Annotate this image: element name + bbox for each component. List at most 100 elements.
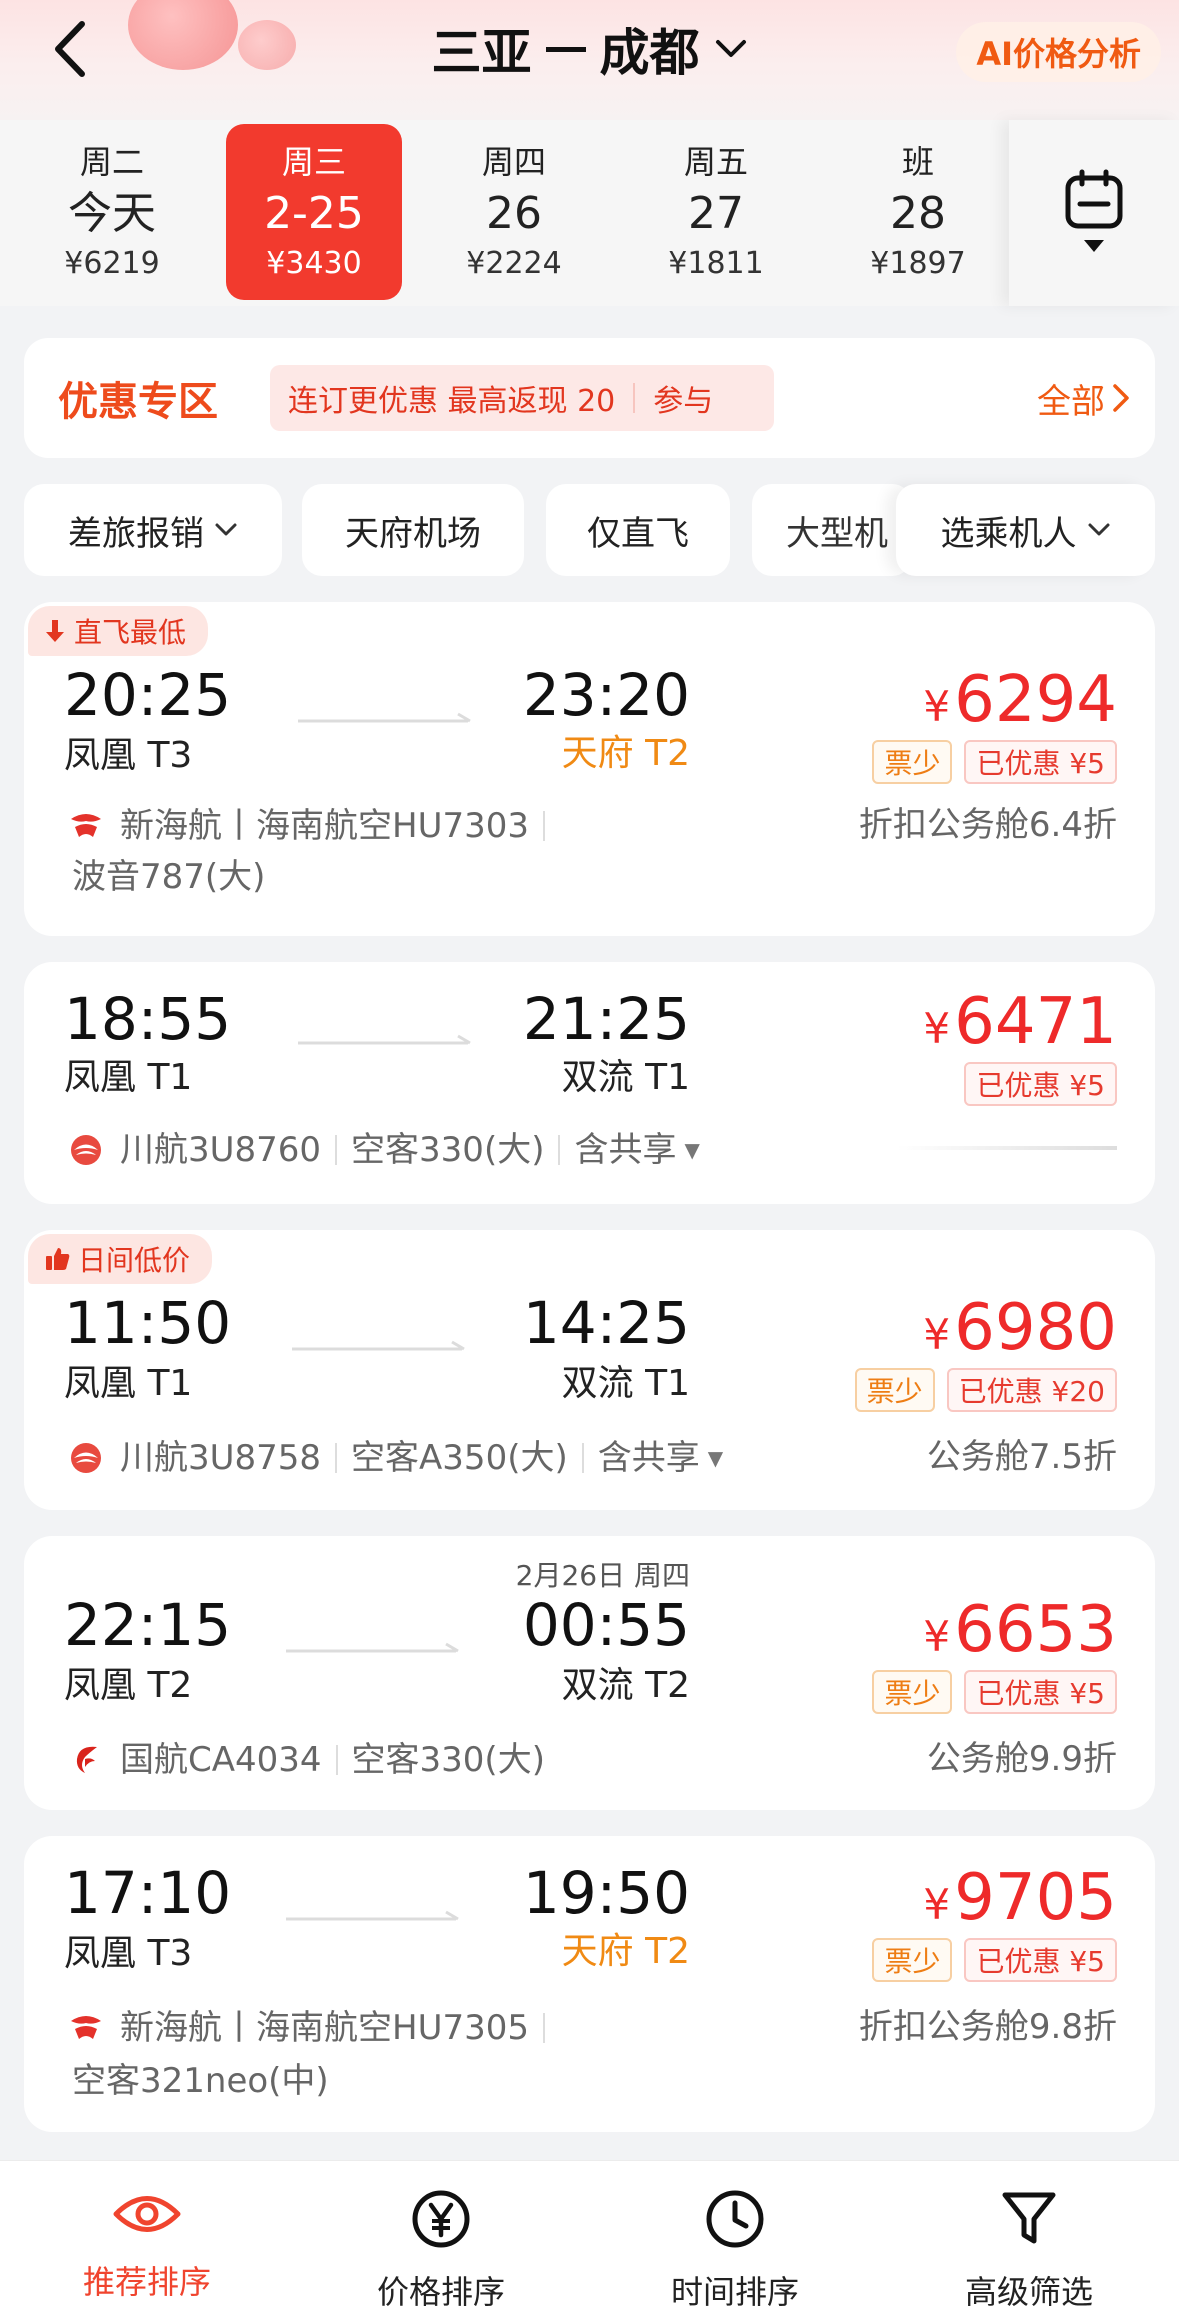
info-divider	[335, 1745, 338, 1775]
flight-arrow-icon	[292, 1340, 465, 1351]
date-item[interactable]: 周五 27 ¥1811	[628, 124, 804, 300]
promo-all-label: 全部	[1037, 381, 1105, 422]
filter-chip-label: 差旅报销	[68, 513, 204, 554]
date-item-selected[interactable]: 周三 2-25 ¥3430	[226, 124, 402, 300]
air-china-logo-icon	[68, 1742, 104, 1778]
nav-price-sort[interactable]: 价格排序	[294, 2161, 588, 2321]
cabin-class: 公务舱9.9折	[926, 1739, 1117, 1779]
arrival-airport: 天府 T2	[561, 1931, 690, 1972]
flight-arrow-icon	[286, 1910, 459, 1921]
arrival-time: 23:20	[522, 661, 690, 729]
flight-card[interactable]: 17:10 凤凰 T3 19:50 天府 T2 ¥ 9705 票少 已优惠 ¥5…	[24, 1836, 1155, 2132]
date-day: 今天	[68, 188, 156, 239]
promo-tag-text: 连订更优惠 最高返现 20	[288, 384, 616, 419]
arrow-down-icon	[46, 620, 64, 642]
arrival-airport: 双流 T1	[561, 1057, 690, 1098]
departure-airport: 凤凰 T3	[64, 735, 193, 776]
filter-chip-travel-expense[interactable]: 差旅报销	[24, 484, 282, 576]
discount-tag: 已优惠 ¥5	[964, 740, 1117, 784]
arrival-airport: 天府 T2	[561, 733, 690, 774]
caret-down-icon[interactable]: ▼	[708, 1448, 723, 1468]
aircraft-type: 空客330(大)	[351, 1740, 545, 1780]
flight-card[interactable]: 日间低价 11:50 凤凰 T1 14:25 双流 T1 ¥ 6980 票少 已…	[24, 1230, 1155, 1510]
date-weekday: 周三	[281, 143, 346, 181]
caret-down-icon[interactable]: ▼	[684, 1140, 699, 1160]
promo-tag[interactable]: 连订更优惠 最高返现 20 参与	[270, 365, 774, 431]
flight-price: ¥ 6294	[923, 668, 1117, 732]
filter-chip-select-passenger[interactable]: 选乘机人	[896, 484, 1155, 576]
airline-name: 新海航丨海南航空HU7305	[120, 2008, 529, 2048]
arrival-airport: 双流 T2	[561, 1665, 690, 1706]
fade-divider	[897, 1146, 1117, 1150]
chevron-down-icon	[1088, 523, 1109, 536]
filter-chip-tianfu-airport[interactable]: 天府机场	[302, 484, 524, 576]
arrival-time: 21:25	[522, 985, 690, 1053]
calendar-button[interactable]	[1009, 120, 1179, 306]
filter-chip-direct-only[interactable]: 仅直飞	[546, 484, 730, 576]
aircraft-type: 空客330(大)	[351, 1130, 545, 1170]
flight-price: ¥ 9705	[923, 1866, 1117, 1930]
airline-name: 国航CA4034	[120, 1740, 322, 1780]
info-divider	[581, 1443, 584, 1473]
departure-airport: 凤凰 T1	[64, 1057, 193, 1098]
cabin-class: 折扣公务舱6.4折	[858, 805, 1117, 845]
airline-name: 川航3U8758	[120, 1438, 322, 1478]
date-item[interactable]: 周二 今天 ¥6219	[24, 124, 200, 300]
price-value: 6471	[954, 985, 1117, 1059]
date-price: ¥1811	[668, 246, 764, 281]
airline-name: 川航3U8760	[120, 1130, 322, 1170]
discount-tag: 已优惠 ¥5	[964, 1670, 1117, 1714]
info-divider	[542, 2013, 545, 2043]
date-day: 27	[688, 188, 744, 239]
nav-label: 时间排序	[670, 2273, 799, 2311]
departure-airport: 凤凰 T3	[64, 1933, 193, 1974]
airline-info: 国航CA4034 空客330(大)	[68, 1742, 545, 1778]
chevron-down-icon	[215, 523, 237, 536]
departure-airport: 凤凰 T1	[64, 1363, 193, 1404]
departure-time: 20:25	[64, 661, 232, 729]
promo-all-link[interactable]: 全部	[1037, 338, 1131, 458]
arrival-time: 14:25	[522, 1289, 690, 1357]
destination-city: 成都	[599, 24, 700, 82]
few-tickets-tag: 票少	[872, 740, 953, 784]
date-item[interactable]: 班 28 ¥1897	[830, 124, 1006, 300]
airline-info: 新海航丨海南航空HU7305	[68, 2010, 559, 2046]
date-weekday: 班	[901, 143, 934, 181]
chevron-right-icon	[1113, 384, 1129, 412]
filter-chip-large-aircraft[interactable]: 大型机	[752, 484, 912, 576]
date-item[interactable]: 周四 26 ¥2224	[426, 124, 602, 300]
filter-chip-label: 大型机	[786, 513, 888, 554]
price-value: 9705	[954, 1861, 1117, 1935]
currency-symbol: ¥	[923, 1880, 951, 1929]
info-divider	[335, 1443, 338, 1473]
info-divider	[542, 811, 545, 841]
date-price: ¥6219	[64, 246, 160, 281]
date-strip: 周二 今天 ¥6219 周三 2-25 ¥3430 周四 26 ¥2224 周五…	[0, 120, 1179, 306]
flight-price: ¥ 6980	[923, 1296, 1117, 1360]
flight-card[interactable]: 2月26日 周四 22:15 凤凰 T2 00:55 双流 T2 ¥ 6653 …	[24, 1536, 1155, 1810]
flight-arrow-icon	[298, 1034, 471, 1045]
codeshare-label: 含共享	[574, 1130, 677, 1170]
currency-symbol: ¥	[923, 1310, 951, 1359]
few-tickets-tag: 票少	[854, 1368, 935, 1412]
info-divider	[335, 1135, 338, 1165]
flight-badge-label: 直飞最低	[74, 616, 187, 649]
departure-time: 17:10	[64, 1859, 232, 1927]
arrival-time: 19:50	[522, 1859, 690, 1927]
flight-badge: 日间低价	[28, 1234, 213, 1284]
cabin-class: 公务舱7.5折	[926, 1437, 1117, 1477]
nav-advanced-filter[interactable]: 高级筛选	[882, 2161, 1176, 2321]
discount-tag: 已优惠 ¥5	[964, 1062, 1117, 1106]
hainan-airlines-logo-icon	[68, 808, 104, 844]
nav-recommended-sort[interactable]: 推荐排序	[0, 2161, 294, 2321]
currency-symbol: ¥	[923, 1004, 951, 1053]
thumbs-up-icon	[46, 1248, 70, 1270]
ai-price-analysis-button[interactable]: AI价格分析	[956, 22, 1161, 82]
flight-card[interactable]: 18:55 凤凰 T1 21:25 双流 T1 ¥ 6471 已优惠 ¥5 川航…	[24, 962, 1155, 1204]
sichuan-airlines-logo-icon	[68, 1132, 104, 1168]
sichuan-airlines-logo-icon	[68, 1440, 104, 1476]
nav-time-sort[interactable]: 时间排序	[588, 2161, 882, 2321]
promo-tag-divider	[633, 383, 636, 413]
flight-card[interactable]: 直飞最低 20:25 凤凰 T3 23:20 天府 T2 ¥ 6294 票少 已…	[24, 602, 1155, 936]
airline-info: 川航3U8760 空客330(大) 含共享 ▼	[68, 1132, 700, 1168]
